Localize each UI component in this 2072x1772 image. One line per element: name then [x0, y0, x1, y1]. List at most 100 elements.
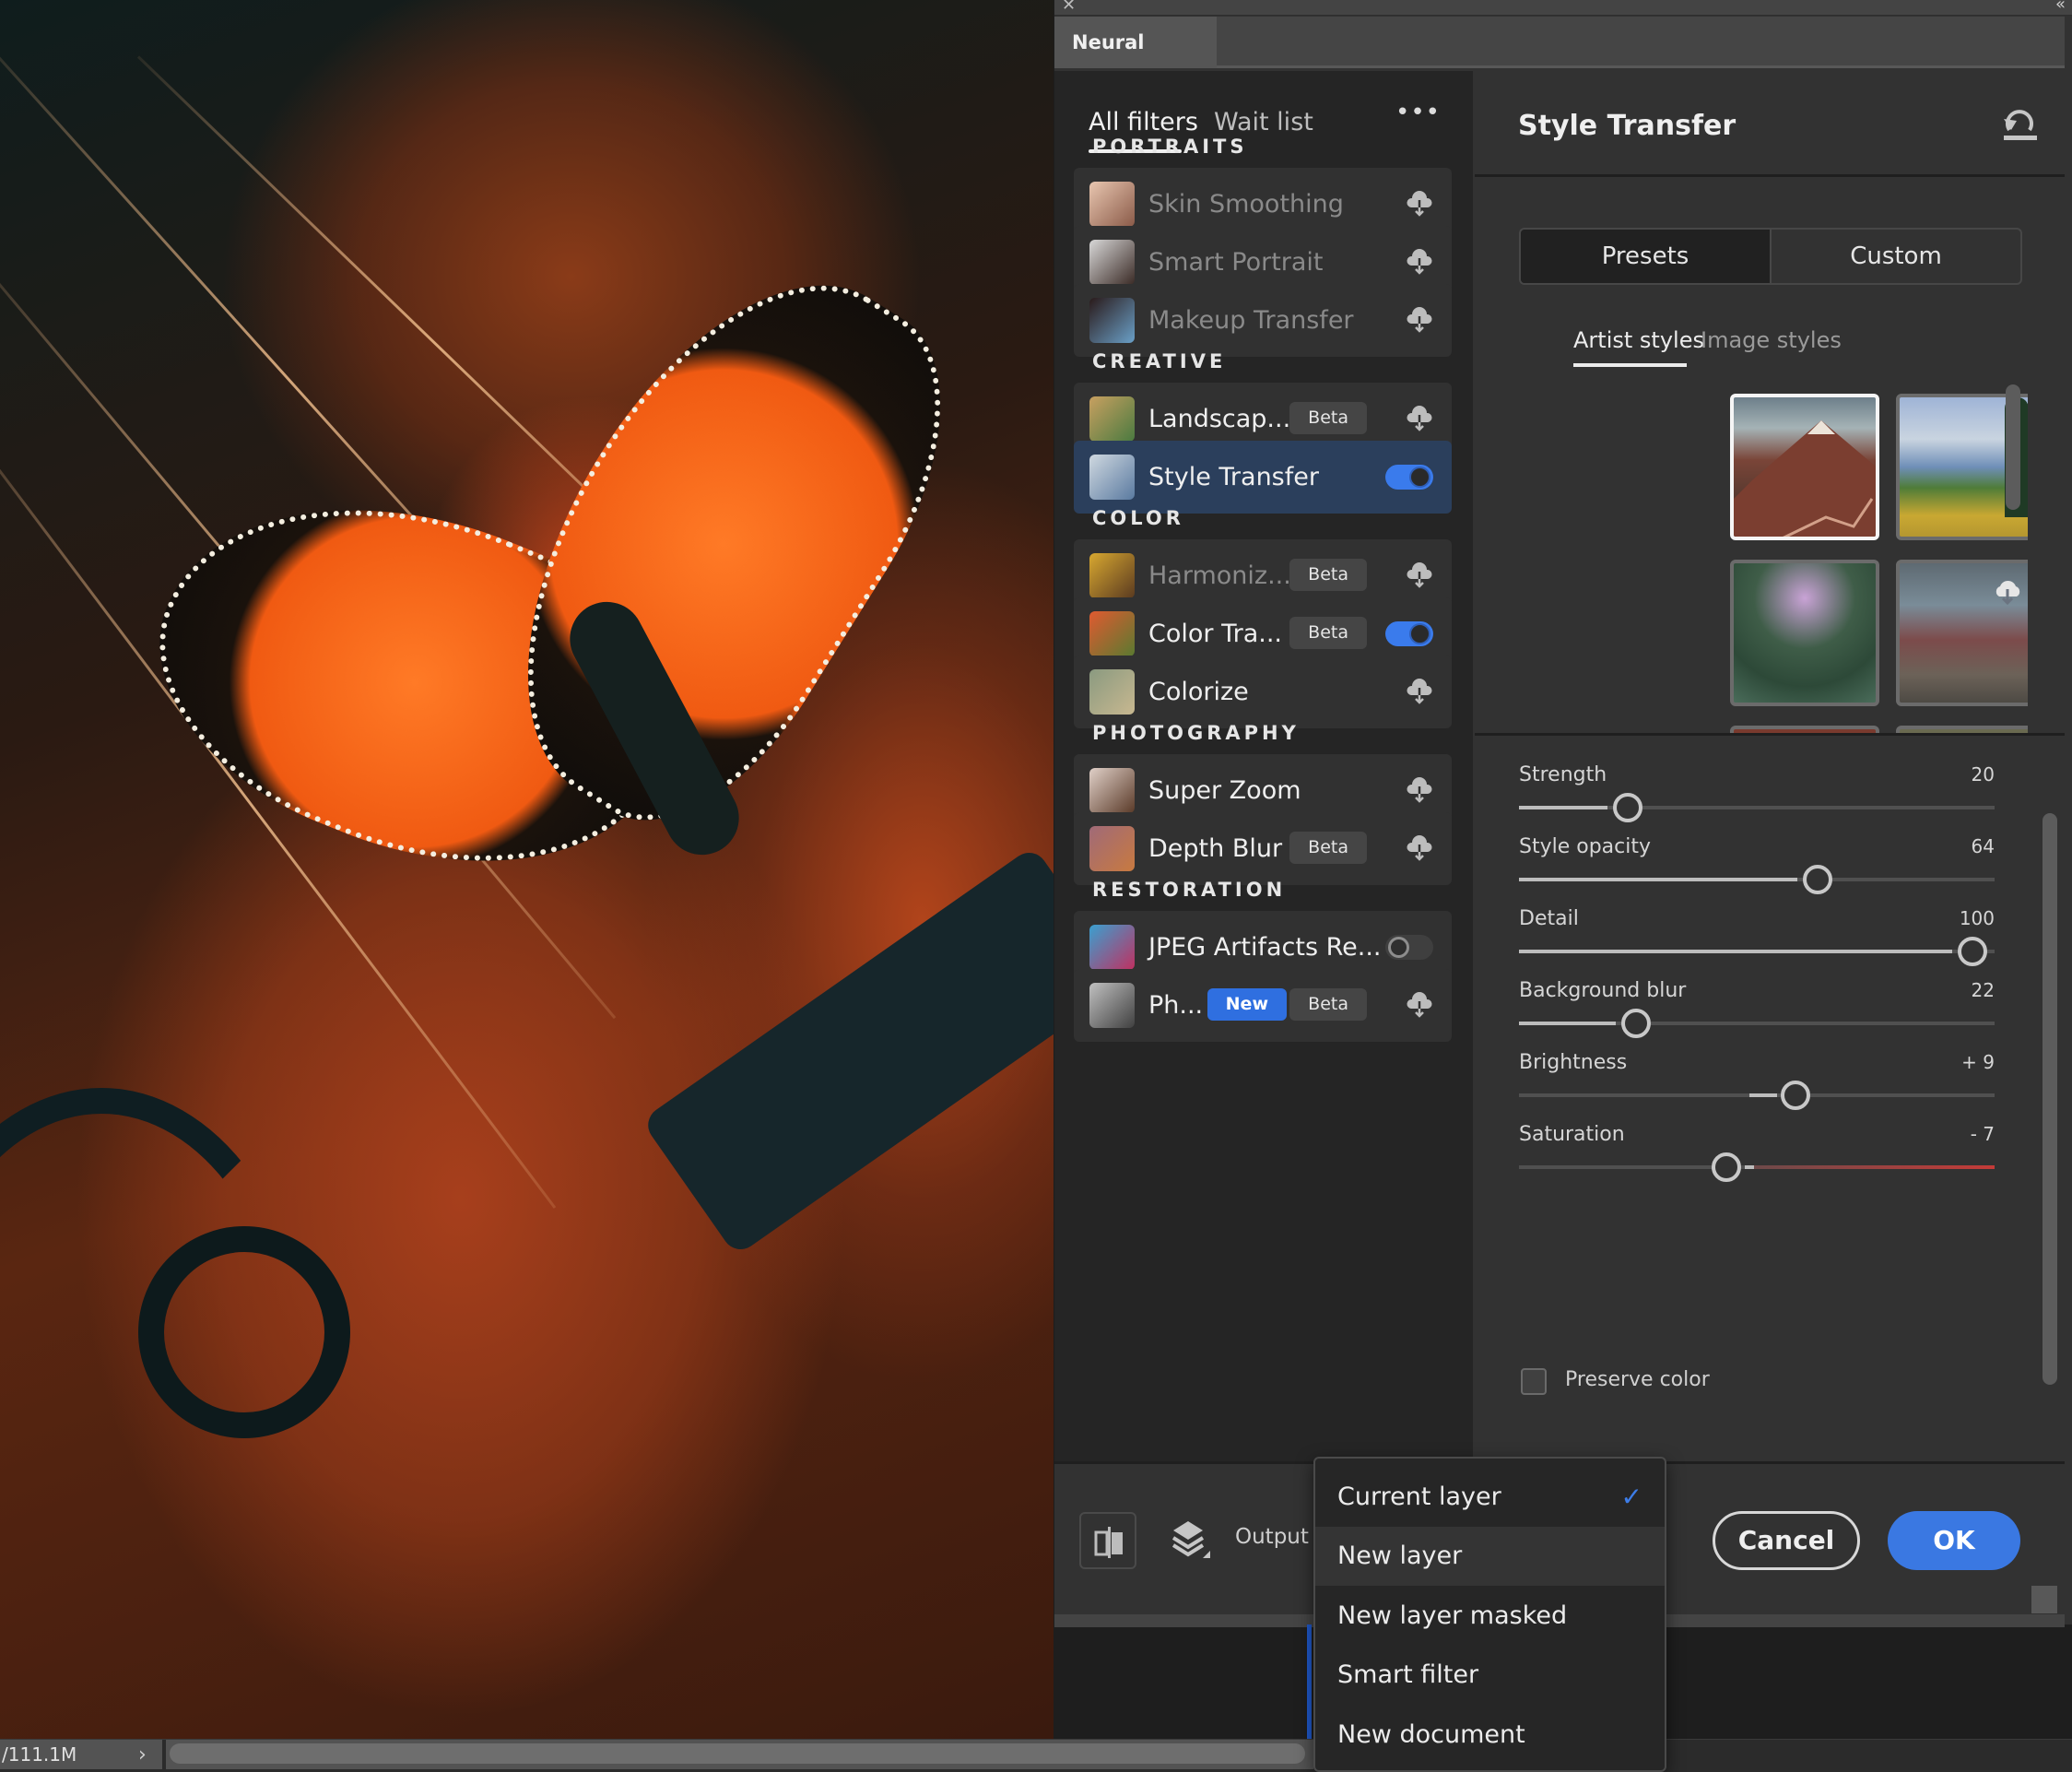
filter-thumbnail	[1089, 925, 1135, 970]
option-label: New document	[1337, 1720, 1525, 1749]
preserve-color-label: Preserve color	[1565, 1368, 1710, 1391]
output-option-smart-filter[interactable]: Smart filter	[1315, 1646, 1665, 1705]
slider-fill	[1519, 806, 1607, 809]
collapse-icon[interactable]: «	[2055, 0, 2066, 14]
output-option-new-document[interactable]: New document	[1315, 1706, 1665, 1765]
slider-handle[interactable]	[1612, 793, 1642, 822]
output-option-new-layer[interactable]: New layer	[1315, 1527, 1665, 1586]
tab-wait-list[interactable]: Wait list	[1214, 108, 1313, 136]
filter-thumbnail	[1089, 768, 1135, 813]
custom-option[interactable]: Custom	[1772, 230, 2020, 283]
output-label: Output	[1235, 1525, 1309, 1549]
slider-brightness[interactable]: Brightness + 9	[1519, 1051, 1995, 1134]
beta-badge: Beta	[1289, 988, 1367, 1021]
preset-custom-toggle: Presets Custom	[1519, 228, 2022, 285]
slider-saturation[interactable]: Saturation - 7	[1519, 1123, 1995, 1206]
slider-fill	[1519, 950, 1952, 953]
slider-value: 22	[1971, 979, 1995, 1001]
status-bar: /111.1M ›	[0, 1739, 2072, 1772]
violin-bridge	[641, 845, 1054, 1257]
more-options-icon[interactable]: •••	[1395, 99, 1441, 126]
presets-option[interactable]: Presets	[1521, 230, 1772, 283]
neural-filters-panel: ✕ « Neural Filters All filters Wait list…	[1054, 0, 2072, 1627]
filter-toggle[interactable]	[1385, 465, 1433, 490]
filter-name: Depth Blur	[1148, 834, 1283, 863]
filter-thumbnail	[1089, 826, 1135, 871]
preset-tile-water-lilies[interactable]	[1730, 560, 1879, 706]
style-controls: Strength 20 Style opacity 64 Detail 100 Backgr…	[1475, 736, 2065, 1461]
scrollbar-thumb[interactable]	[170, 1743, 1305, 1764]
preserve-color-checkbox[interactable]	[1521, 1368, 1547, 1395]
filter-item[interactable]: Colorize	[1074, 656, 1452, 728]
slider-detail[interactable]: Detail 100	[1519, 907, 1995, 990]
beta-badge: Beta	[1289, 832, 1367, 864]
section-heading: RESTORATION	[1092, 879, 1287, 901]
status-menu-arrow[interactable]: ›	[138, 1740, 147, 1771]
filter-thumbnail	[1089, 553, 1135, 598]
filter-toggle[interactable]	[1385, 621, 1433, 646]
slider-label: Background blur	[1519, 979, 1687, 1002]
filter-item[interactable]: Ph... Beta New	[1074, 969, 1452, 1042]
slider-handle[interactable]	[1620, 1009, 1651, 1038]
document-canvas[interactable]	[0, 0, 1054, 1739]
slider-label: Detail	[1519, 907, 1579, 930]
preset-tile-mountain[interactable]	[1730, 394, 1879, 540]
slider-accent-track	[1747, 1165, 1995, 1169]
cloud-download-icon[interactable]	[1406, 834, 1433, 862]
slider-strength[interactable]: Strength 20	[1519, 763, 1995, 846]
filter-thumbnail	[1089, 240, 1135, 285]
slider-handle[interactable]	[1958, 937, 1987, 966]
slider-background-blur[interactable]: Background blur 22	[1519, 979, 1995, 1062]
output-option-new-layer-masked[interactable]: New layer masked	[1315, 1587, 1665, 1646]
filter-item[interactable]: Depth Blur Beta	[1074, 812, 1452, 885]
output-dropdown-menu: Current layer ✓ New layer New layer mask…	[1313, 1457, 1666, 1772]
tab-neural-filters[interactable]: Neural Filters	[1054, 17, 1217, 105]
filter-item[interactable]: Makeup Transfer	[1074, 284, 1452, 357]
horizontal-scrollbar[interactable]	[166, 1740, 1313, 1769]
cloud-download-icon[interactable]	[1406, 405, 1433, 432]
cloud-download-icon[interactable]	[1406, 306, 1433, 334]
section-heading: PHOTOGRAPHY	[1092, 722, 1300, 744]
style-transfer-settings: Style Transfer Presets Custom Artist sty…	[1475, 71, 2065, 1461]
controls-scrollbar[interactable]	[2043, 813, 2057, 1385]
filter-name: Ph...	[1148, 991, 1204, 1020]
section-heading: COLOR	[1092, 507, 1184, 529]
slider-fill	[1519, 878, 1797, 881]
new-badge: New	[1207, 988, 1287, 1021]
tab-artist-styles[interactable]: Artist styles	[1573, 327, 1704, 353]
layers-icon[interactable]	[1170, 1519, 1212, 1562]
cloud-download-icon[interactable]	[1406, 991, 1433, 1019]
cloud-download-icon[interactable]	[1406, 678, 1433, 705]
preset-scrollbar[interactable]	[2006, 384, 2020, 510]
cloud-download-icon[interactable]	[1406, 190, 1433, 218]
slider-handle[interactable]	[1802, 865, 1832, 894]
slider-style-opacity[interactable]: Style opacity 64	[1519, 835, 1995, 918]
filter-toggle[interactable]	[1385, 935, 1433, 960]
filter-thumbnail	[1089, 182, 1135, 227]
slider-value: 20	[1971, 763, 1995, 786]
tab-all-filters[interactable]: All filters	[1089, 108, 1198, 136]
tab-image-styles[interactable]: Image styles	[1701, 327, 1842, 353]
cancel-button[interactable]: Cancel	[1713, 1511, 1860, 1570]
slider-handle[interactable]	[1712, 1152, 1742, 1182]
slider-handle[interactable]	[1781, 1081, 1811, 1110]
close-icon[interactable]: ✕	[1062, 0, 1076, 15]
option-label: New layer masked	[1337, 1601, 1568, 1630]
resize-handle[interactable]	[2031, 1586, 2057, 1613]
option-label: Current layer	[1337, 1483, 1501, 1511]
preset-thumbnail	[1734, 420, 1876, 537]
cloud-download-icon[interactable]	[1406, 561, 1433, 589]
cloud-download-icon[interactable]	[1406, 248, 1433, 276]
compare-view-button[interactable]	[1079, 1512, 1136, 1569]
slider-label: Style opacity	[1519, 835, 1652, 858]
output-option-current-layer[interactable]: Current layer ✓	[1315, 1468, 1665, 1527]
beta-badge: Beta	[1289, 559, 1367, 591]
filter-thumbnail	[1089, 983, 1135, 1028]
filter-name: Makeup Transfer	[1148, 306, 1354, 335]
cloud-download-icon[interactable]	[1406, 776, 1433, 804]
ok-button[interactable]: OK	[1888, 1511, 2020, 1570]
preset-tile-blue-mountains[interactable]	[1896, 560, 2028, 706]
cloud-download-icon[interactable]	[1992, 578, 2023, 606]
filter-item[interactable]: Style Transfer	[1074, 441, 1452, 514]
slider-label: Saturation	[1519, 1123, 1625, 1146]
